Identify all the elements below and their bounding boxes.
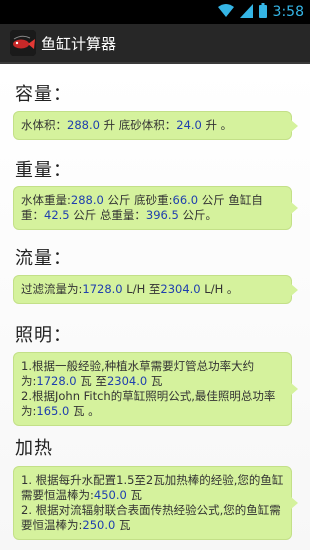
signal-icon [239,3,253,22]
capacity-heading: 容量： [15,84,72,105]
flow-text-2: L/H 至 [126,282,161,296]
heating-text-2b: 瓦 [118,518,131,532]
app-title: 鱼缸计算器 [41,34,117,53]
content-area: 容量： 水体积：288.0 升 底砂体积：24.0 升 。 重量： 水体重量:2… [0,66,310,550]
weight-sand-value: 66.0 [172,193,199,207]
weight-heading: 重量： [15,160,72,181]
flow-text-1: 过滤流量为: [21,282,83,296]
capacity-sand-value: 24.0 [176,118,202,132]
capacity-water-label: 水体积： [21,118,67,132]
weight-text-4: 公斤 总重量： [73,208,146,222]
heating-text-1: 1. 根据每升水配置1.5至2瓦加热棒的经验,您的鱼缸需要恒温棒为: [21,473,284,502]
fish-icon[interactable] [10,30,36,56]
lighting-text-1c: 瓦 [150,374,163,388]
weight-text-5: 公斤。 [182,208,218,222]
heating-heading: 加热 [15,438,53,459]
heating-result-bubble: 1. 根据每升水配置1.5至2瓦加热棒的经验,您的鱼缸需要恒温棒为:450.0 … [13,466,298,540]
weight-text-1: 水体重量: [21,193,71,207]
flow-heading: 流量： [15,248,72,269]
lighting-min-value: 1728.0 [36,374,77,388]
flow-text-3: L/H 。 [204,282,239,296]
heating-text-2: 2. 根据对流辐射联合表面传热经验公式,您的鱼缸需要恒温棒为: [21,503,281,532]
battery-icon [258,2,267,22]
weight-result-bubble: 水体重量:288.0 公斤 底砂重:66.0 公斤 鱼缸自重：42.5 公斤 总… [13,186,298,230]
status-bar: 3:58 [0,0,310,24]
capacity-sand-unit: 升 。 [205,118,233,132]
lighting-max-value: 2304.0 [106,374,148,388]
weight-text-2: 公斤 底砂重: [107,193,173,207]
weight-total-value: 396.5 [145,208,179,222]
weight-water-value: 288.0 [70,193,104,207]
status-icons: 3:58 [217,2,304,22]
flow-max-value: 2304.0 [160,282,201,296]
heating-value-1: 450.0 [93,488,127,502]
lighting-text-1b: 瓦 至 [80,374,107,388]
capacity-water-unit: 升 底砂体积： [103,118,177,132]
weight-tank-value: 42.5 [44,208,70,222]
flow-result-bubble: 过滤流量为:1728.0 L/H 至2304.0 L/H 。 [13,275,298,304]
heating-value-2: 250.0 [82,518,116,532]
capacity-water-value: 288.0 [67,118,100,132]
lighting-heading: 照明： [15,325,72,346]
status-time: 3:58 [272,4,304,20]
heating-text-1b: 瓦 [130,488,142,502]
capacity-result-bubble: 水体积：288.0 升 底砂体积：24.0 升 。 [13,111,298,140]
wifi-icon [217,3,234,22]
flow-min-value: 1728.0 [82,282,123,296]
action-bar: 鱼缸计算器 [0,24,310,64]
lighting-fitch-value: 165.0 [36,404,70,418]
lighting-text-2b: 瓦 。 [72,404,100,418]
lighting-result-bubble: 1.根据一般经验,种植水草需要灯管总功率大约为:1728.0 瓦 至2304.0… [13,352,298,426]
